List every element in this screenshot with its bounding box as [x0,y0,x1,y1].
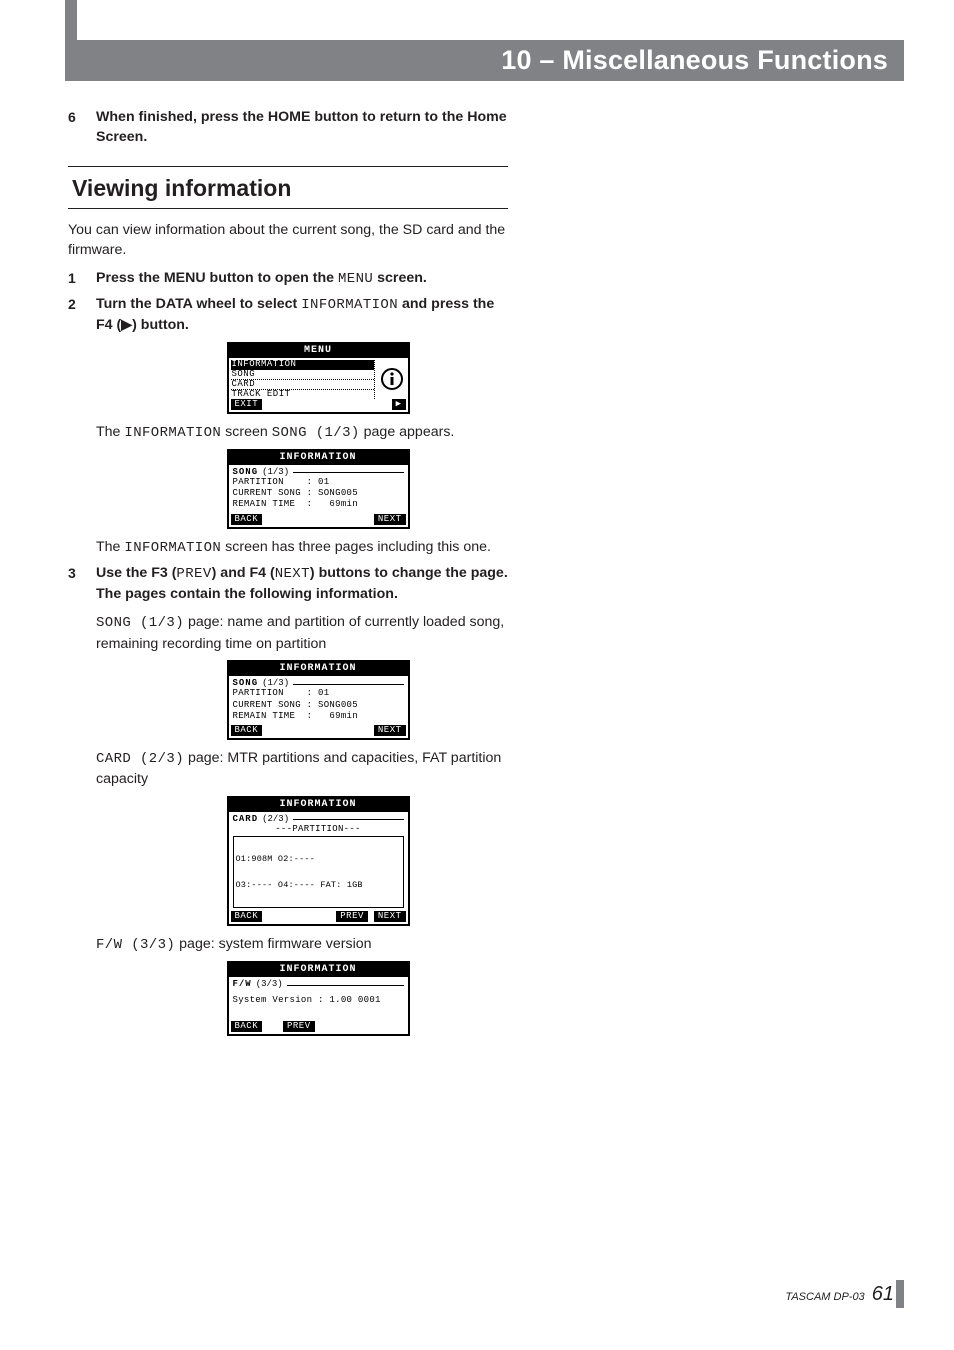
figure-info-fw: INFORMATION F/W (3/3) System Version : 1… [128,961,508,1036]
lcd-tab-line [293,814,403,820]
lcd-word: SONG (1/3) [96,615,184,631]
step-text: Press the MENU button to open the MENU s… [96,269,508,290]
lcd-title: INFORMATION [229,963,408,977]
step-number: 2 [68,295,84,335]
text-fragment: Use the F3 ( [96,565,176,581]
figure-info-song-a: INFORMATION SONG (1/3) PARTITION : 01 CU… [128,449,508,529]
lcd-tab-page: (2/3) [262,815,289,824]
lcd-softkey-back: BACK [231,725,263,736]
lcd-tab-line [293,467,403,473]
lcd-row: System Version : 1.00 0001 [233,995,404,1006]
text-fragment: Turn the DATA wheel to select [96,296,301,312]
step-text: Use the F3 (PREV) and F4 (NEXT) buttons … [96,564,508,604]
lcd-softkey-back: BACK [231,514,263,525]
lcd-word: NEXT [275,566,310,582]
page-desc-song: SONG (1/3) page: name and partition of c… [96,612,508,654]
lcd-tab-name: SONG [233,468,259,477]
lcd-row: REMAIN TIME : 69min [233,711,404,722]
page-desc-fw: F/W (3/3) page: system firmware version [96,934,508,955]
step-2: 2 Turn the DATA wheel to select INFORMAT… [68,295,508,335]
section-title: Viewing information [72,175,508,202]
lcd-partition-header: ---PARTITION--- [233,824,404,835]
lcd-row: O3:---- O4:---- FAT: 1GB [236,881,401,890]
lcd-row: PARTITION : 01 [233,477,404,488]
lcd-word: MENU [338,271,373,287]
section-rule-top [68,166,508,167]
lcd-partition-box: O1:908M O2:---- O3:---- O4:---- FAT: 1GB [233,836,404,908]
lcd-tab-page: (1/3) [262,468,289,477]
step-text: Turn the DATA wheel to select INFORMATIO… [96,295,508,335]
section-rule-bottom [68,208,508,209]
lcd-row: O1:908M O2:---- [236,855,401,864]
lcd-softkey-back: BACK [231,1021,263,1032]
lcd-word: SONG (1/3) [272,425,360,441]
lcd-title: MENU [229,344,408,358]
lcd-tab-page: (3/3) [256,980,283,989]
text-fragment: screen [221,424,271,440]
after-fig1-text: The INFORMATION screen SONG (1/3) page a… [96,422,508,443]
lcd-menu-item-trackedit: TRACK EDIT [231,390,374,399]
step-3: 3 Use the F3 (PREV) and F4 (NEXT) button… [68,564,508,604]
figure-info-card: INFORMATION CARD (2/3) ---PARTITION--- O… [128,796,508,926]
lcd-softkey-back: BACK [231,911,263,922]
lcd-word: INFORMATION [124,425,221,441]
chapter-header-bar: 10 – Miscellaneous Functions [65,40,904,81]
lcd-row: REMAIN TIME : 69min [233,499,404,510]
info-icon [378,360,406,399]
step-number: 1 [68,269,84,290]
after-fig2-text: The INFORMATION screen has three pages i… [96,537,508,558]
text-fragment: Press the MENU button to open the [96,270,338,286]
page-footer: TASCAM DP-03 61 [785,1283,894,1306]
lcd-softkey-next: NEXT [374,911,406,922]
lcd-softkey-prev: PREV [283,1021,315,1032]
lcd-word: F/W (3/3) [96,937,175,953]
lcd-menu-list: INFORMATION SONG CARD TRACK EDIT [231,360,375,399]
text-fragment: ) and F4 ( [212,565,275,581]
lcd-row: CURRENT SONG : SONG005 [233,700,404,711]
figure-menu-lcd: MENU INFORMATION SONG CARD TRACK EDIT EX… [128,342,508,414]
step-number: 6 [68,108,84,148]
lcd-softkey-next: NEXT [374,514,406,525]
lcd-word: PREV [176,566,211,582]
text-fragment: screen. [373,270,427,286]
footer-brand: TASCAM DP-03 [785,1291,864,1303]
lcd-title: INFORMATION [229,798,408,812]
lcd-word: INFORMATION [124,540,221,556]
step-text: When finished, press the HOME button to … [96,108,508,148]
figure-info-song-b: INFORMATION SONG (1/3) PARTITION : 01 CU… [128,660,508,740]
lcd-row: CURRENT SONG : SONG005 [233,488,404,499]
lcd-softkey-play: ▶ [392,399,406,410]
footer-side-tab [896,1280,904,1308]
lcd-word: CARD (2/3) [96,751,184,767]
step-6: 6 When finished, press the HOME button t… [68,108,508,148]
lcd-word: INFORMATION [301,297,398,313]
step-1: 1 Press the MENU button to open the MENU… [68,269,508,290]
step-number: 3 [68,564,84,604]
lcd-row: PARTITION : 01 [233,688,404,699]
lcd-tab-name: SONG [233,679,259,688]
lcd-tab-line [293,679,403,685]
text-fragment: screen has three pages including this on… [221,539,491,555]
lcd-tab-name: CARD [233,815,259,824]
lcd-softkey-prev: PREV [336,911,368,922]
page-desc-card: CARD (2/3) page: MTR partitions and capa… [96,748,508,790]
main-column: 6 When finished, press the HOME button t… [68,108,508,1044]
lcd-softkey-next: NEXT [374,725,406,736]
text-fragment: page appears. [360,424,455,440]
footer-page-number: 61 [872,1283,894,1305]
lcd-title: INFORMATION [229,451,408,465]
lcd-tab-page: (1/3) [262,679,289,688]
lcd-tab-line [287,980,404,986]
lcd-tab-name: F/W [233,980,252,989]
lcd-title: INFORMATION [229,662,408,676]
lcd-softkey-exit: EXIT [231,399,263,410]
chapter-title: 10 – Miscellaneous Functions [501,44,888,75]
text-fragment: page: system firmware version [175,936,371,952]
text-fragment: The [96,424,124,440]
text-fragment: The [96,539,124,555]
section-intro: You can view information about the curre… [68,221,508,261]
